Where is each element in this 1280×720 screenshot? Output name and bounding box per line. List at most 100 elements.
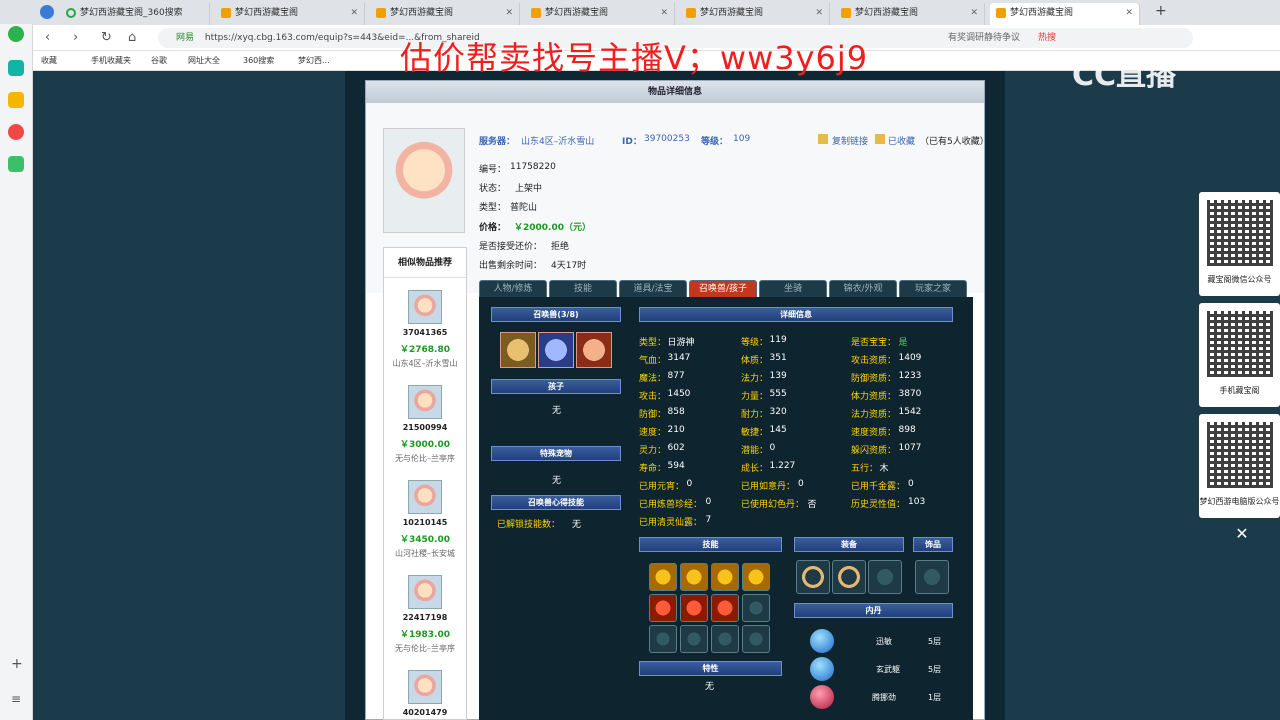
- tab-home[interactable]: 玩家之家: [899, 280, 967, 298]
- skill-slot[interactable]: [649, 563, 677, 591]
- add-app-icon[interactable]: [8, 60, 24, 76]
- bookmark-hao[interactable]: 网址大全: [188, 51, 220, 71]
- screen: 梦幻西游藏宝阁_360搜索 梦幻西游藏宝阁 ✕ 梦幻西游藏宝阁 ✕ 梦幻西游藏宝阁 ✕…: [0, 0, 1280, 720]
- stat-label: 成长：: [741, 464, 769, 474]
- skill-slot[interactable]: [649, 594, 677, 622]
- stat-label: 历史灵性值：: [851, 500, 906, 510]
- star-icon[interactable]: [8, 92, 24, 108]
- level-value: 109: [733, 134, 751, 144]
- tab-items[interactable]: 道具/法宝: [619, 280, 687, 298]
- equip-slot-collar[interactable]: [796, 560, 830, 594]
- detail-header: 详细信息: [639, 307, 953, 322]
- stat-label: 等级：: [741, 338, 769, 348]
- similar-item-price: ￥3000.00: [400, 440, 450, 450]
- tab-label: 梦幻西游藏宝阁_360搜索: [80, 8, 183, 18]
- equip-slot-armor[interactable]: [832, 560, 866, 594]
- neidan-name: 玄武躯: [876, 665, 900, 674]
- close-qr-button[interactable]: ✕: [1232, 524, 1252, 544]
- hot-search[interactable]: 热搜: [1038, 28, 1056, 48]
- tab-mounts[interactable]: 坐骑: [759, 280, 827, 298]
- empty-skill-slot: [742, 594, 770, 622]
- similar-item-thumb[interactable]: [408, 290, 442, 324]
- similar-item-server: 山东4区–沂水雪山: [392, 359, 458, 368]
- favorite-icon: [875, 134, 885, 144]
- weibo-icon[interactable]: [8, 124, 24, 140]
- pet-thumb[interactable]: [500, 332, 536, 368]
- close-tab-icon[interactable]: ✕: [350, 3, 358, 23]
- similar-item-thumb[interactable]: [408, 575, 442, 609]
- stat-value: 0: [686, 479, 693, 489]
- remain-time-value: 4天17时: [551, 261, 587, 271]
- reload-icon[interactable]: ↻: [101, 30, 112, 45]
- similar-item-thumb[interactable]: [408, 480, 442, 514]
- new-tab-icon[interactable]: +: [1155, 3, 1167, 19]
- close-tab-icon[interactable]: ✕: [815, 3, 823, 23]
- stat-value: 320: [769, 407, 787, 417]
- stat-value: 594: [667, 461, 685, 471]
- close-tab-icon[interactable]: ✕: [1125, 3, 1133, 23]
- stat-label: 灵力：: [639, 446, 667, 456]
- stat-value: 0: [798, 479, 804, 489]
- close-tab-icon[interactable]: ✕: [505, 3, 513, 23]
- browser-tab[interactable]: 梦幻西游藏宝阁 ✕: [680, 3, 830, 25]
- skills-header: 技能: [639, 537, 782, 552]
- skill-slot[interactable]: [711, 563, 739, 591]
- browser-tab[interactable]: 梦幻西游藏宝阁 ✕: [370, 3, 520, 25]
- skill-slot[interactable]: [680, 594, 708, 622]
- browser-tab[interactable]: 梦幻西游藏宝阁 ✕: [525, 3, 675, 25]
- bookmark-360[interactable]: 360搜索: [243, 51, 274, 71]
- tab-label: 梦幻西游藏宝阁: [1010, 8, 1074, 18]
- tab-label: 梦幻西游藏宝阁: [545, 8, 609, 18]
- similar-item-id[interactable]: 40201479: [384, 708, 466, 717]
- stat-value: 145: [769, 425, 787, 435]
- qr-card: 手机藏宝阁: [1199, 303, 1280, 407]
- special-pet-header: 特殊宠物: [491, 446, 621, 461]
- stat-value: 0: [705, 497, 712, 507]
- back-icon[interactable]: ‹: [45, 30, 50, 45]
- tab-character[interactable]: 人物/修炼: [479, 280, 547, 298]
- similar-item-id[interactable]: 22417198: [384, 613, 466, 622]
- skill-slot[interactable]: [742, 563, 770, 591]
- add-icon[interactable]: +: [11, 656, 23, 672]
- tab-appearance[interactable]: 锦衣/外观: [829, 280, 897, 298]
- browser-tab[interactable]: 梦幻西游藏宝阁 ✕: [835, 3, 985, 25]
- similar-item-thumb[interactable]: [408, 670, 442, 704]
- qr-code-image: [1207, 311, 1273, 377]
- browser-tab[interactable]: 梦幻西游藏宝阁 ✕: [215, 3, 365, 25]
- menu-icon[interactable]: ≡: [11, 692, 21, 706]
- tab-skills[interactable]: 技能: [549, 280, 617, 298]
- browser-logo-icon[interactable]: [8, 26, 24, 42]
- copy-link-button[interactable]: 复制链接: [832, 134, 868, 147]
- skill-slot[interactable]: [680, 563, 708, 591]
- type-label: 类型：: [479, 203, 507, 213]
- similar-item-thumb[interactable]: [408, 385, 442, 419]
- browser-nav-icon[interactable]: [40, 5, 54, 19]
- pet-thumb[interactable]: [576, 332, 612, 368]
- forward-icon[interactable]: ›: [73, 30, 78, 45]
- bookmark-favorites[interactable]: 收藏: [41, 51, 57, 71]
- counter-offer-label: 是否接受还价：: [479, 242, 543, 252]
- close-tab-icon[interactable]: ✕: [970, 3, 978, 23]
- stat-value: 139: [769, 371, 787, 381]
- browser-tab[interactable]: 梦幻西游藏宝阁_360搜索: [60, 3, 210, 25]
- similar-item-id[interactable]: 37041365: [384, 328, 466, 337]
- stat-value: 858: [667, 407, 685, 417]
- pet-thumb[interactable]: [538, 332, 574, 368]
- game-favicon-icon: [686, 8, 696, 18]
- pets-header: 召唤兽(3/8): [491, 307, 621, 322]
- tab-pets[interactable]: 召唤兽/孩子: [689, 280, 757, 298]
- collected-button[interactable]: 已收藏: [888, 134, 915, 147]
- close-tab-icon[interactable]: ✕: [660, 3, 668, 23]
- neidan-orb-icon: [810, 685, 834, 709]
- skill-slot[interactable]: [711, 594, 739, 622]
- similar-item-id[interactable]: 10210145: [384, 518, 466, 527]
- home-icon[interactable]: ⌂: [128, 30, 136, 45]
- mail-icon[interactable]: [8, 156, 24, 172]
- stat-value: 119: [769, 335, 787, 345]
- stat-value: 1077: [898, 443, 922, 453]
- bookmark-mobile[interactable]: 手机收藏夹: [91, 51, 131, 71]
- browser-tab-active[interactable]: 梦幻西游藏宝阁 ✕: [990, 3, 1140, 25]
- bookmark-cbg[interactable]: 梦幻西...: [298, 51, 330, 71]
- similar-item-id[interactable]: 21500994: [384, 423, 466, 432]
- bookmark-google[interactable]: 谷歌: [151, 51, 167, 71]
